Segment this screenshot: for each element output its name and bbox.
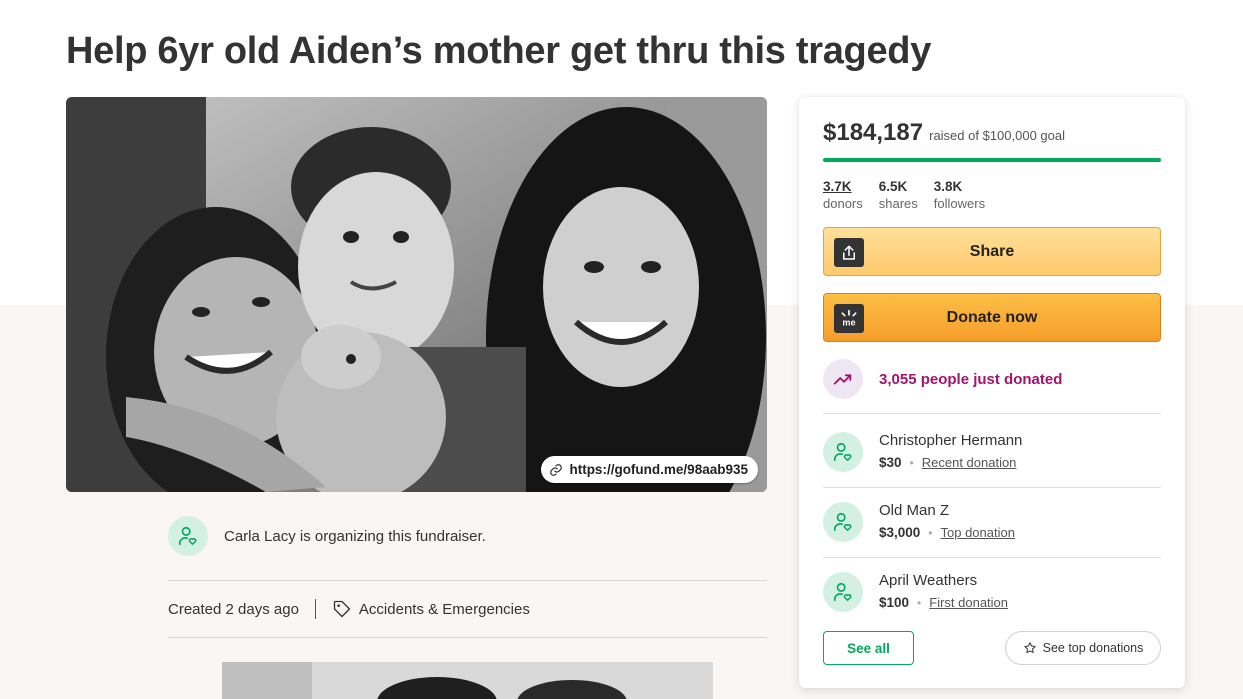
see-all-button[interactable]: See all [823, 631, 914, 665]
donation-item: Old Man Z $3,000 • Top donation [823, 501, 1015, 542]
story-photo-illustration [222, 662, 713, 699]
trending-up-icon [833, 374, 852, 385]
donation-sidebar: $184,187 raised of $100,000 goal 3.7K do… [799, 97, 1185, 688]
donation-tag-link[interactable]: Recent donation [922, 454, 1017, 472]
progress-fill [823, 158, 1161, 162]
raised-summary: $184,187 raised of $100,000 goal [823, 119, 1065, 147]
share-button[interactable]: Share [823, 227, 1161, 276]
sidebar-divider-3 [823, 557, 1161, 558]
user-heart-icon [833, 442, 852, 462]
stat-shares-value: 6.5K [878, 179, 908, 194]
tag-icon [333, 600, 351, 618]
organizer-row: Carla Lacy is organizing this fundraiser… [168, 516, 486, 556]
donation-item: April Weathers $100 • First donation [823, 571, 1008, 612]
donate-button-label: Donate now [946, 308, 1038, 326]
raised-amount: $184,187 [823, 119, 924, 146]
stat-donors-value: 3.7K [823, 179, 852, 194]
share-button-label: Share [969, 242, 1015, 260]
organizer-avatar [168, 516, 208, 556]
donation-amount: $30 [879, 455, 902, 470]
bullet-separator: • [928, 526, 933, 540]
campaign-meta: Created 2 days ago Accidents & Emergenci… [168, 597, 530, 621]
stat-donors[interactable]: 3.7K donors [823, 178, 863, 212]
sidebar-divider-2 [823, 487, 1161, 488]
stat-shares: 6.5K shares [879, 178, 918, 212]
progress-bar [823, 158, 1161, 162]
stat-followers: 3.8K followers [934, 178, 985, 212]
divider-bottom [168, 637, 767, 638]
photo-illustration [66, 97, 767, 492]
stat-donors-label: donors [823, 196, 863, 211]
divider-top [168, 580, 767, 581]
stat-followers-label: followers [933, 196, 986, 211]
user-heart-icon [178, 526, 197, 546]
campaign-hero-image: https://gofund.me/98aab935 [66, 97, 767, 492]
short-url-text: https://gofund.me/98aab935 [569, 462, 748, 477]
user-heart-icon [833, 582, 852, 602]
donor-avatar [823, 502, 863, 542]
category-link[interactable]: Accidents & Emergencies [332, 599, 530, 619]
bullet-separator: • [917, 596, 922, 610]
raised-goal: raised of $100,000 goal [929, 128, 1065, 143]
link-icon [550, 463, 563, 476]
donor-name: Old Man Z [879, 502, 950, 519]
donate-now-button[interactable]: me Donate now [823, 293, 1161, 342]
see-top-donations-button[interactable]: See top donations [1005, 631, 1161, 665]
sidebar-divider-1 [823, 413, 1161, 414]
donor-details: $30 • Recent donation [879, 454, 1022, 472]
user-heart-icon [833, 512, 852, 532]
donor-details: $3,000 • Top donation [879, 524, 1015, 542]
stat-shares-label: shares [878, 196, 918, 211]
category-label: Accidents & Emergencies [358, 600, 530, 618]
donation-tag-link[interactable]: Top donation [941, 524, 1015, 542]
stats-row: 3.7K donors 6.5K shares 3.8K followers [823, 178, 985, 212]
donor-details: $100 • First donation [879, 594, 1008, 612]
star-icon [1023, 642, 1036, 654]
donor-avatar [823, 432, 863, 472]
donation-amount: $3,000 [879, 525, 921, 540]
recent-activity: 3,055 people just donated [823, 359, 1062, 399]
donation-item: Christopher Hermann $30 • Recent donatio… [823, 431, 1022, 472]
recent-donations-text: 3,055 people just donated [879, 370, 1063, 388]
donor-avatar [823, 572, 863, 612]
meta-separator [314, 599, 316, 619]
short-url-pill[interactable]: https://gofund.me/98aab935 [541, 456, 758, 483]
gofundme-logo-icon: me [834, 304, 864, 333]
share-icon [834, 238, 864, 267]
donor-name: April Weathers [879, 572, 978, 589]
page-title: Help 6yr old Aiden’s mother get thru thi… [66, 30, 932, 72]
organizer-text: Carla Lacy is organizing this fundraiser… [224, 527, 486, 545]
created-date: Created 2 days ago [168, 600, 299, 618]
svg-text:me: me [842, 317, 855, 327]
donation-tag-link[interactable]: First donation [929, 594, 1008, 612]
bullet-separator: • [909, 456, 914, 470]
stat-followers-value: 3.8K [933, 179, 963, 194]
trend-avatar [823, 359, 863, 399]
see-top-donations-label: See top donations [1042, 641, 1144, 655]
donor-name: Christopher Hermann [879, 432, 1023, 449]
story-photo-preview [222, 662, 713, 699]
donation-amount: $100 [879, 595, 910, 610]
